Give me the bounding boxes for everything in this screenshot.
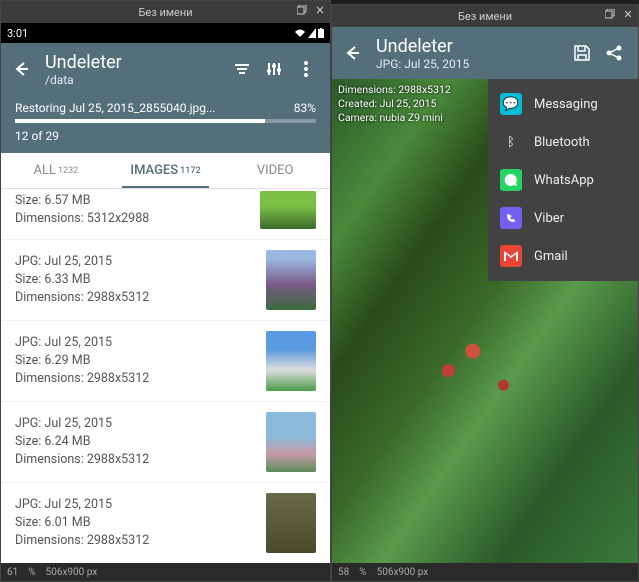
list-item[interactable]: JPG: Jul 25, 2015 Size: 6.33 MB Dimensio… [1, 240, 330, 321]
zoom-pct: % [359, 567, 366, 578]
canvas-size: 506x900 px [377, 567, 429, 578]
app-title: Undeleter [45, 52, 226, 73]
app-subtitle: /data [45, 73, 226, 87]
share-gmail[interactable]: Gmail [488, 237, 638, 275]
thumbnail [266, 412, 316, 472]
window-title: Без имени [458, 10, 512, 23]
signal-icon [308, 28, 316, 38]
filter-button[interactable] [258, 53, 290, 85]
tab-all[interactable]: ALL1232 [1, 153, 111, 188]
share-messaging[interactable]: 💬Messaging [488, 85, 638, 123]
back-button[interactable] [9, 57, 33, 81]
share-menu: 💬Messaging ᛒBluetooth WhatsApp Viber Gma… [488, 79, 638, 281]
phone-statusbar: 3:01 [1, 23, 330, 43]
thumbnail [266, 331, 316, 391]
restore-icon[interactable] [295, 3, 309, 17]
battery-icon [318, 28, 324, 38]
image-meta: Dimensions: 2988x5312 Created: Jul 25, 2… [338, 83, 451, 126]
editor-footer: 61 % 506x900 px [1, 563, 330, 581]
list-item[interactable]: JPG: Jul 25, 2015 Size: 6.01 MB Dimensio… [1, 483, 330, 564]
progress-count: 12 of 29 [15, 129, 316, 143]
progress-bar [15, 119, 316, 123]
share-viber[interactable]: Viber [488, 199, 638, 237]
editor-window-left: Без имени ✕ 3:01 Undeleter /data Restori… [0, 0, 331, 582]
bluetooth-icon: ᛒ [500, 131, 522, 153]
zoom-value: 61 [7, 567, 18, 578]
status-icons [294, 28, 324, 38]
messaging-icon: 💬 [500, 93, 522, 115]
list-item[interactable]: JPG: Jul 25, 2015 Size: 6.29 MB Dimensio… [1, 321, 330, 402]
share-whatsapp[interactable]: WhatsApp [488, 161, 638, 199]
tab-images[interactable]: IMAGES1172 [111, 153, 221, 188]
thumbnail [266, 493, 316, 553]
app-title: Undeleter [376, 36, 566, 57]
restore-icon[interactable] [603, 7, 617, 21]
canvas-size: 506x900 px [46, 567, 98, 578]
editor-window-right: Без имени ✕ Undeleter JPG: Jul 25, 2015 … [331, 4, 639, 582]
zoom-pct: % [28, 567, 35, 578]
window-title: Без имени [138, 6, 192, 19]
progress-percent: 83% [294, 101, 316, 115]
thumbnail [260, 191, 316, 229]
list-item[interactable]: JPG: Jul 25, 2015 Size: 6.24 MB Dimensio… [1, 402, 330, 483]
window-titlebar[interactable]: Без имени ✕ [1, 1, 330, 23]
thumbnail [266, 250, 316, 310]
close-icon[interactable]: ✕ [621, 7, 635, 21]
sort-button[interactable] [226, 53, 258, 85]
share-bluetooth[interactable]: ᛒBluetooth [488, 123, 638, 161]
app-subtitle: JPG: Jul 25, 2015 [376, 57, 566, 71]
app-bar: Undeleter JPG: Jul 25, 2015 [332, 27, 638, 79]
gmail-icon [500, 245, 522, 267]
tabs: ALL1232 IMAGES1172 VIDEO [1, 153, 330, 189]
tab-video[interactable]: VIDEO [220, 153, 330, 188]
share-button[interactable] [598, 37, 630, 69]
window-titlebar[interactable]: Без имени ✕ [332, 5, 638, 27]
list-item[interactable]: Size: 6.57 MB Dimensions: 5312x2988 [1, 189, 330, 240]
whatsapp-icon [500, 169, 522, 191]
save-button[interactable] [566, 37, 598, 69]
file-list: Size: 6.57 MB Dimensions: 5312x2988 JPG:… [1, 189, 330, 578]
app-bar: Undeleter /data [1, 43, 330, 95]
close-icon[interactable]: ✕ [313, 3, 327, 17]
image-viewer[interactable]: Dimensions: 2988x5312 Created: Jul 25, 2… [332, 79, 638, 565]
status-time: 3:01 [7, 27, 28, 40]
progress-text: Restoring Jul 25, 2015_2855040.jpg... [15, 101, 216, 115]
zoom-value: 58 [338, 567, 349, 578]
viber-icon [500, 207, 522, 229]
wifi-icon [294, 28, 306, 38]
editor-footer: 58 % 506x900 px [332, 563, 638, 581]
back-button[interactable] [340, 41, 364, 65]
overflow-button[interactable] [290, 53, 322, 85]
progress-panel: Restoring Jul 25, 2015_2855040.jpg... 83… [1, 95, 330, 153]
